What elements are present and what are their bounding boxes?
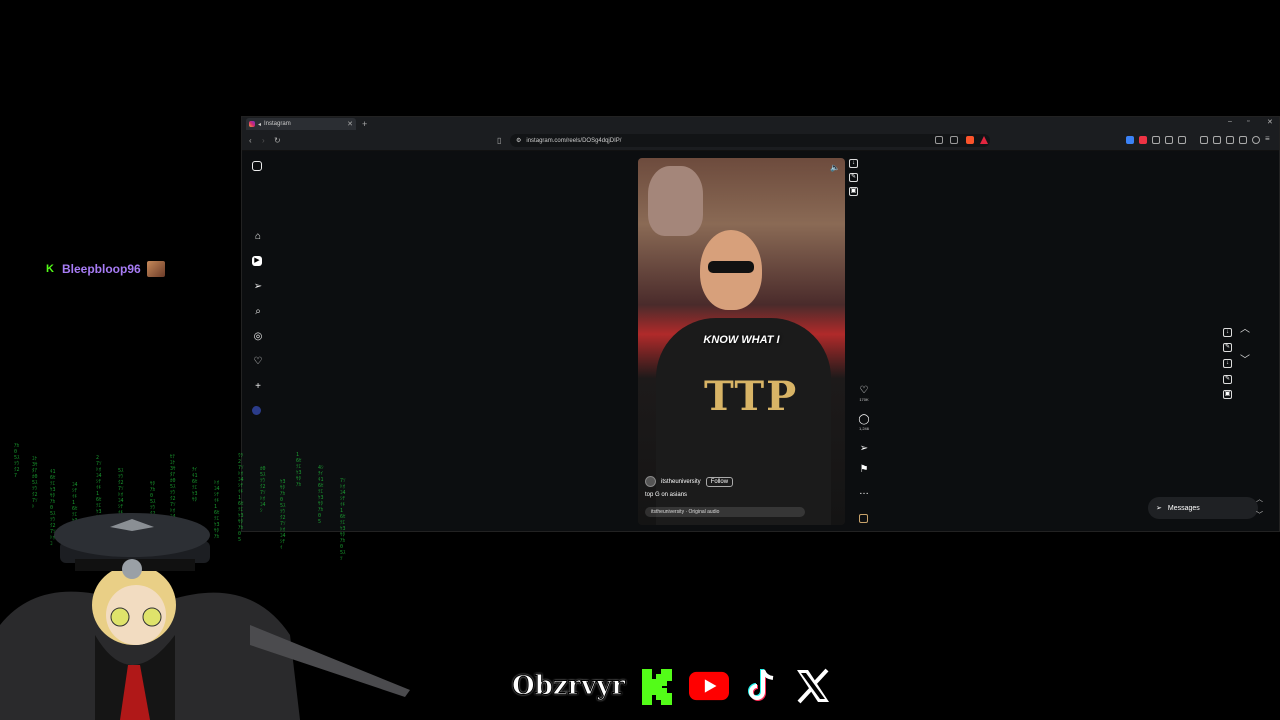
audio-thumb-icon[interactable] bbox=[859, 514, 868, 523]
close-window-button[interactable]: ✕ bbox=[1267, 118, 1273, 126]
wallet-icon[interactable] bbox=[1226, 136, 1234, 144]
explore-icon[interactable]: ◎ bbox=[252, 331, 264, 343]
author-avatar[interactable] bbox=[645, 476, 656, 487]
search-icon[interactable]: ⌕ bbox=[252, 306, 264, 318]
download-icon[interactable]: ↓ bbox=[1223, 359, 1232, 368]
reel-author-row: itstheuniversity Follow bbox=[645, 476, 734, 487]
vpn-icon[interactable] bbox=[1239, 136, 1247, 144]
minimize-button[interactable]: – bbox=[1228, 118, 1232, 125]
save-icon[interactable]: ▣ bbox=[849, 187, 858, 196]
reel-video[interactable]: TTP KNOW WHAT I 🔈 itstheuniversity Follo… bbox=[638, 158, 845, 525]
direct-icon[interactable]: ➢ bbox=[252, 281, 264, 293]
vtuber-avatar bbox=[0, 513, 410, 720]
chat-message: K Bleepbloop96 bbox=[46, 261, 165, 277]
messages-button[interactable]: ➢ Messages bbox=[1148, 497, 1258, 519]
back-icon[interactable]: ‹ bbox=[249, 136, 252, 145]
x-icon bbox=[793, 667, 833, 705]
save-button[interactable]: ⚑ bbox=[854, 464, 874, 475]
tab-title: Instagram bbox=[264, 121, 291, 127]
dog-figure bbox=[648, 166, 703, 236]
reload-icon[interactable]: ↻ bbox=[274, 136, 281, 145]
media-icon[interactable] bbox=[1200, 136, 1208, 144]
instagram-favicon-icon bbox=[249, 121, 255, 127]
comments-count: 1,246 bbox=[858, 426, 869, 431]
youtube-icon bbox=[689, 667, 730, 705]
create-icon[interactable]: + bbox=[252, 381, 264, 393]
heart-icon[interactable]: ♡ bbox=[252, 356, 264, 368]
reader-icon[interactable] bbox=[935, 136, 943, 144]
comment-icon: ◯ bbox=[858, 414, 870, 425]
home-icon[interactable]: ⌂ bbox=[252, 231, 264, 243]
download-icon[interactable]: ↓ bbox=[849, 159, 858, 168]
like-button[interactable]: ♡ 170K bbox=[854, 385, 874, 402]
address-bar-row: ‹ › ↻ ▯ ⚙ instagram.com/reels/DOSg4dqjDI… bbox=[242, 131, 1279, 151]
close-tab-icon[interactable]: ✕ bbox=[347, 120, 353, 128]
matrix-column: ｴｹ3ｻﾀｱｶ05ｽﾂｳｸ27ｿﾄ bbox=[32, 456, 38, 510]
kick-icon bbox=[637, 667, 677, 705]
chevron-up-icon[interactable]: ︿ bbox=[1256, 494, 1263, 504]
new-tab-button[interactable]: + bbox=[362, 119, 367, 129]
speaker-icon: ◂ bbox=[258, 121, 262, 128]
share-button[interactable]: ➢ bbox=[854, 443, 874, 454]
maximize-button[interactable]: ▫ bbox=[1247, 118, 1249, 125]
forward-icon[interactable]: › bbox=[262, 136, 265, 145]
tiktok-icon bbox=[741, 667, 781, 705]
tab-instagram[interactable]: ◂ Instagram ✕ bbox=[246, 118, 356, 130]
volume-icon[interactable]: 🔈 bbox=[830, 163, 840, 172]
edit-icon[interactable]: ✎ bbox=[1223, 343, 1232, 352]
bookmark-icon: ⚑ bbox=[859, 464, 869, 475]
messages-label: Messages bbox=[1167, 504, 1200, 512]
extension-icon[interactable] bbox=[1152, 136, 1160, 144]
socials-bar: Obzrvyr bbox=[511, 667, 833, 705]
instagram-logo-icon[interactable] bbox=[252, 161, 262, 171]
profile-avatar-icon[interactable] bbox=[252, 406, 261, 415]
browser-window: ◂ Instagram ✕ + – ▫ ✕ ‹ › ↻ ▯ ⚙ instagra… bbox=[241, 116, 1280, 532]
chat-username: Bleepbloop96 bbox=[62, 262, 141, 276]
likes-count: 170K bbox=[859, 397, 869, 402]
url-field[interactable]: ⚙ instagram.com/reels/DOSg4dqjDIP/ bbox=[510, 134, 990, 147]
sidebar-icon[interactable] bbox=[1213, 136, 1221, 144]
matrix-column: ｱｶ05ｽﾂｳｸ27 bbox=[14, 443, 20, 479]
menu-icon[interactable]: ≡ bbox=[1265, 135, 1273, 144]
edit-icon[interactable]: ✎ bbox=[849, 173, 858, 182]
audio-link[interactable]: itstheuniversity · Original audio bbox=[645, 507, 805, 517]
extension-icon[interactable] bbox=[1126, 136, 1134, 144]
edit-icon[interactable]: ✎ bbox=[1223, 375, 1232, 384]
reels-icon[interactable]: ▶ bbox=[252, 256, 262, 266]
extension-icon[interactable] bbox=[1178, 136, 1186, 144]
chevron-up-icon[interactable]: ︿ bbox=[1240, 320, 1250, 335]
user-emote-icon bbox=[146, 261, 165, 277]
send-icon: ➢ bbox=[1156, 505, 1162, 512]
author-name[interactable]: itstheuniversity bbox=[661, 479, 701, 485]
share-icon[interactable] bbox=[950, 136, 958, 144]
streamer-handle: Obzrvyr bbox=[511, 671, 626, 702]
chevron-down-icon[interactable]: ﹀ bbox=[1240, 351, 1250, 366]
reel-description: top G on asians bbox=[645, 492, 688, 498]
sunglasses bbox=[708, 261, 754, 273]
more-icon: … bbox=[859, 486, 869, 497]
bookmark-icon[interactable]: ▯ bbox=[497, 136, 501, 145]
shirt-logo: TTP bbox=[704, 373, 799, 420]
matrix-column: 16ｾﾃｴｹ3ｻﾀｱｶ bbox=[296, 452, 302, 488]
video-caption: KNOW WHAT I bbox=[703, 334, 780, 346]
tab-bar: ◂ Instagram ✕ + – ▫ ✕ bbox=[242, 117, 1279, 131]
matrix-column: ﾁｲｷ16ｾﾃｴｹ3ｻﾀ bbox=[192, 467, 198, 503]
comment-button[interactable]: ◯ 1,246 bbox=[854, 414, 874, 431]
save-icon[interactable]: ▣ bbox=[1223, 390, 1232, 399]
extension-icon[interactable] bbox=[1139, 136, 1147, 144]
url-text: instagram.com/reels/DOSg4dqjDIP/ bbox=[526, 137, 622, 144]
follow-button[interactable]: Follow bbox=[705, 476, 734, 487]
profile-icon[interactable] bbox=[1252, 136, 1260, 144]
brave-shield-icon[interactable] bbox=[966, 136, 974, 144]
send-icon: ➢ bbox=[859, 443, 869, 454]
heart-icon: ♡ bbox=[859, 385, 869, 396]
site-info-icon[interactable]: ⚙ bbox=[516, 137, 521, 144]
download-icon[interactable]: ↓ bbox=[1223, 328, 1232, 337]
kick-badge-icon: K bbox=[46, 263, 54, 275]
chevron-down-icon[interactable]: ﹀ bbox=[1256, 510, 1263, 520]
extension-icon[interactable] bbox=[1165, 136, 1173, 144]
more-button[interactable]: … bbox=[854, 486, 874, 497]
